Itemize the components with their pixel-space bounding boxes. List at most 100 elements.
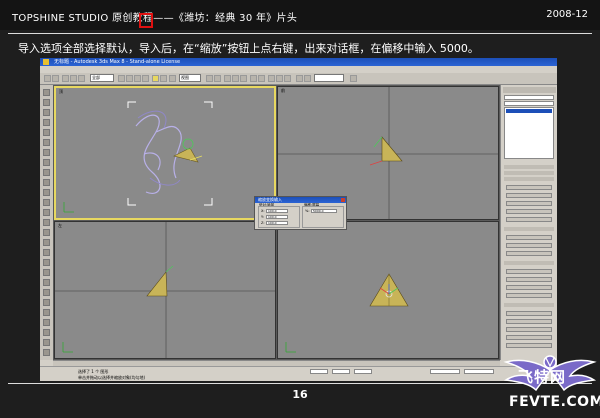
viewport-left[interactable]: 左 (54, 221, 276, 359)
reactor-tool-icon[interactable] (43, 339, 50, 346)
auto-key-button[interactable] (430, 369, 460, 374)
manipulate-icon[interactable] (214, 75, 221, 82)
select-by-name-icon[interactable] (126, 75, 133, 82)
snap-icon[interactable] (224, 75, 231, 82)
panel-button[interactable] (506, 293, 552, 298)
material-editor-icon[interactable] (284, 75, 291, 82)
panel-rollout[interactable] (504, 171, 554, 175)
left-toolbar (40, 85, 54, 360)
reactor-tool-icon[interactable] (43, 119, 50, 126)
reactor-tool-icon[interactable] (43, 229, 50, 236)
unlink-icon[interactable] (70, 75, 77, 82)
offset-percent-field[interactable]: 5000.0 (311, 209, 337, 213)
panel-rollout[interactable] (504, 303, 554, 307)
coord-y-field[interactable] (332, 369, 350, 374)
select-rotate-icon[interactable] (160, 75, 167, 82)
panel-button[interactable] (506, 311, 552, 316)
angle-snap-icon[interactable] (232, 75, 239, 82)
reactor-tool-icon[interactable] (43, 179, 50, 186)
select-move-icon[interactable] (152, 75, 159, 82)
reactor-tool-icon[interactable] (43, 129, 50, 136)
viewport-perspective[interactable]: 透视 (277, 221, 499, 359)
quick-render-icon[interactable] (304, 75, 311, 82)
panel-button[interactable] (506, 235, 552, 240)
region-select-icon[interactable] (134, 75, 141, 82)
select-scale-icon[interactable] (169, 75, 176, 82)
reactor-tool-icon[interactable] (43, 249, 50, 256)
panel-rollout[interactable] (504, 261, 554, 265)
reactor-tool-icon[interactable] (43, 199, 50, 206)
render-scene-icon[interactable] (296, 75, 303, 82)
panel-button[interactable] (506, 217, 552, 222)
reactor-tool-icon[interactable] (43, 109, 50, 116)
viewport-perspective-content (285, 273, 409, 353)
reactor-tool-icon[interactable] (43, 329, 50, 336)
reactor-tool-icon[interactable] (43, 89, 50, 96)
panel-button[interactable] (506, 277, 552, 282)
status-bar: 选择了 1 个 图形 单击并拖动以选择并缩放对象(均匀地) (40, 366, 557, 381)
command-panel-tabs[interactable] (503, 87, 556, 93)
panel-button[interactable] (506, 285, 552, 290)
panel-button[interactable] (506, 243, 552, 248)
slide-title: TOPSHINE STUDIO 原创教程——《潍坊：经典 30 年》片头 (12, 13, 298, 24)
reactor-tool-icon[interactable] (43, 239, 50, 246)
object-name-field[interactable] (504, 95, 554, 100)
mirror-icon[interactable] (250, 75, 257, 82)
reactor-tool-icon[interactable] (43, 169, 50, 176)
viewport-top[interactable]: 顶 (54, 86, 276, 220)
select-object-icon[interactable] (118, 75, 125, 82)
menu-bar: 文件 编辑 工具 组 视图 创建 修改器 reactor 动画 图表编辑器 渲染… (40, 66, 557, 82)
reference-coord-dropdown[interactable]: 视图 (179, 74, 201, 82)
reactor-tool-icon[interactable] (43, 269, 50, 276)
panel-button[interactable] (506, 269, 552, 274)
reactor-tool-icon[interactable] (43, 99, 50, 106)
coord-x-field[interactable] (310, 369, 328, 374)
panel-button[interactable] (506, 201, 552, 206)
reactor-tool-icon[interactable] (43, 159, 50, 166)
pivot-icon[interactable] (206, 75, 213, 82)
schematic-icon[interactable] (276, 75, 283, 82)
y-label: Y: (261, 215, 264, 219)
bind-icon[interactable] (78, 75, 85, 82)
render-last-icon[interactable] (350, 75, 357, 82)
panel-button[interactable] (506, 193, 552, 198)
curve-editor-icon[interactable] (268, 75, 275, 82)
close-icon[interactable] (341, 198, 345, 202)
selection-filter-dropdown[interactable]: 全部 (90, 74, 114, 82)
window-crossing-icon[interactable] (142, 75, 149, 82)
reactor-tool-icon[interactable] (43, 139, 50, 146)
panel-button[interactable] (506, 251, 552, 256)
reactor-tool-icon[interactable] (43, 219, 50, 226)
undo-icon[interactable] (44, 75, 51, 82)
reactor-tool-icon[interactable] (43, 149, 50, 156)
coord-z-field[interactable] (354, 369, 372, 374)
absolute-z-field[interactable]: 100.0 (266, 221, 288, 225)
panel-button[interactable] (506, 209, 552, 214)
align-icon[interactable] (258, 75, 265, 82)
panel-rollout[interactable] (504, 227, 554, 231)
modifier-stack[interactable] (504, 107, 554, 159)
panel-rollout[interactable] (504, 177, 554, 181)
set-key-button[interactable] (464, 369, 494, 374)
link-icon[interactable] (62, 75, 69, 82)
reactor-tool-icon[interactable] (43, 319, 50, 326)
reactor-tool-icon[interactable] (43, 189, 50, 196)
panel-rollout[interactable] (504, 165, 554, 169)
reactor-tool-icon[interactable] (43, 279, 50, 286)
modifier-stack-selected[interactable] (506, 109, 552, 113)
percent-snap-icon[interactable] (240, 75, 247, 82)
render-type-dropdown[interactable] (314, 74, 344, 82)
absolute-x-field[interactable]: 100.0 (266, 209, 288, 213)
redo-icon[interactable] (52, 75, 59, 82)
reactor-tool-icon[interactable] (43, 349, 50, 356)
reactor-tool-icon[interactable] (43, 259, 50, 266)
reactor-tool-icon[interactable] (43, 299, 50, 306)
reactor-tool-icon[interactable] (43, 289, 50, 296)
panel-button[interactable] (506, 185, 552, 190)
reactor-tool-icon[interactable] (43, 309, 50, 316)
reactor-tool-icon[interactable] (43, 209, 50, 216)
absolute-y-field[interactable]: 100.0 (266, 215, 288, 219)
modifier-list-dropdown[interactable] (504, 101, 554, 106)
offset-percent-label: %: (305, 209, 310, 213)
x-label: X: (261, 209, 265, 213)
